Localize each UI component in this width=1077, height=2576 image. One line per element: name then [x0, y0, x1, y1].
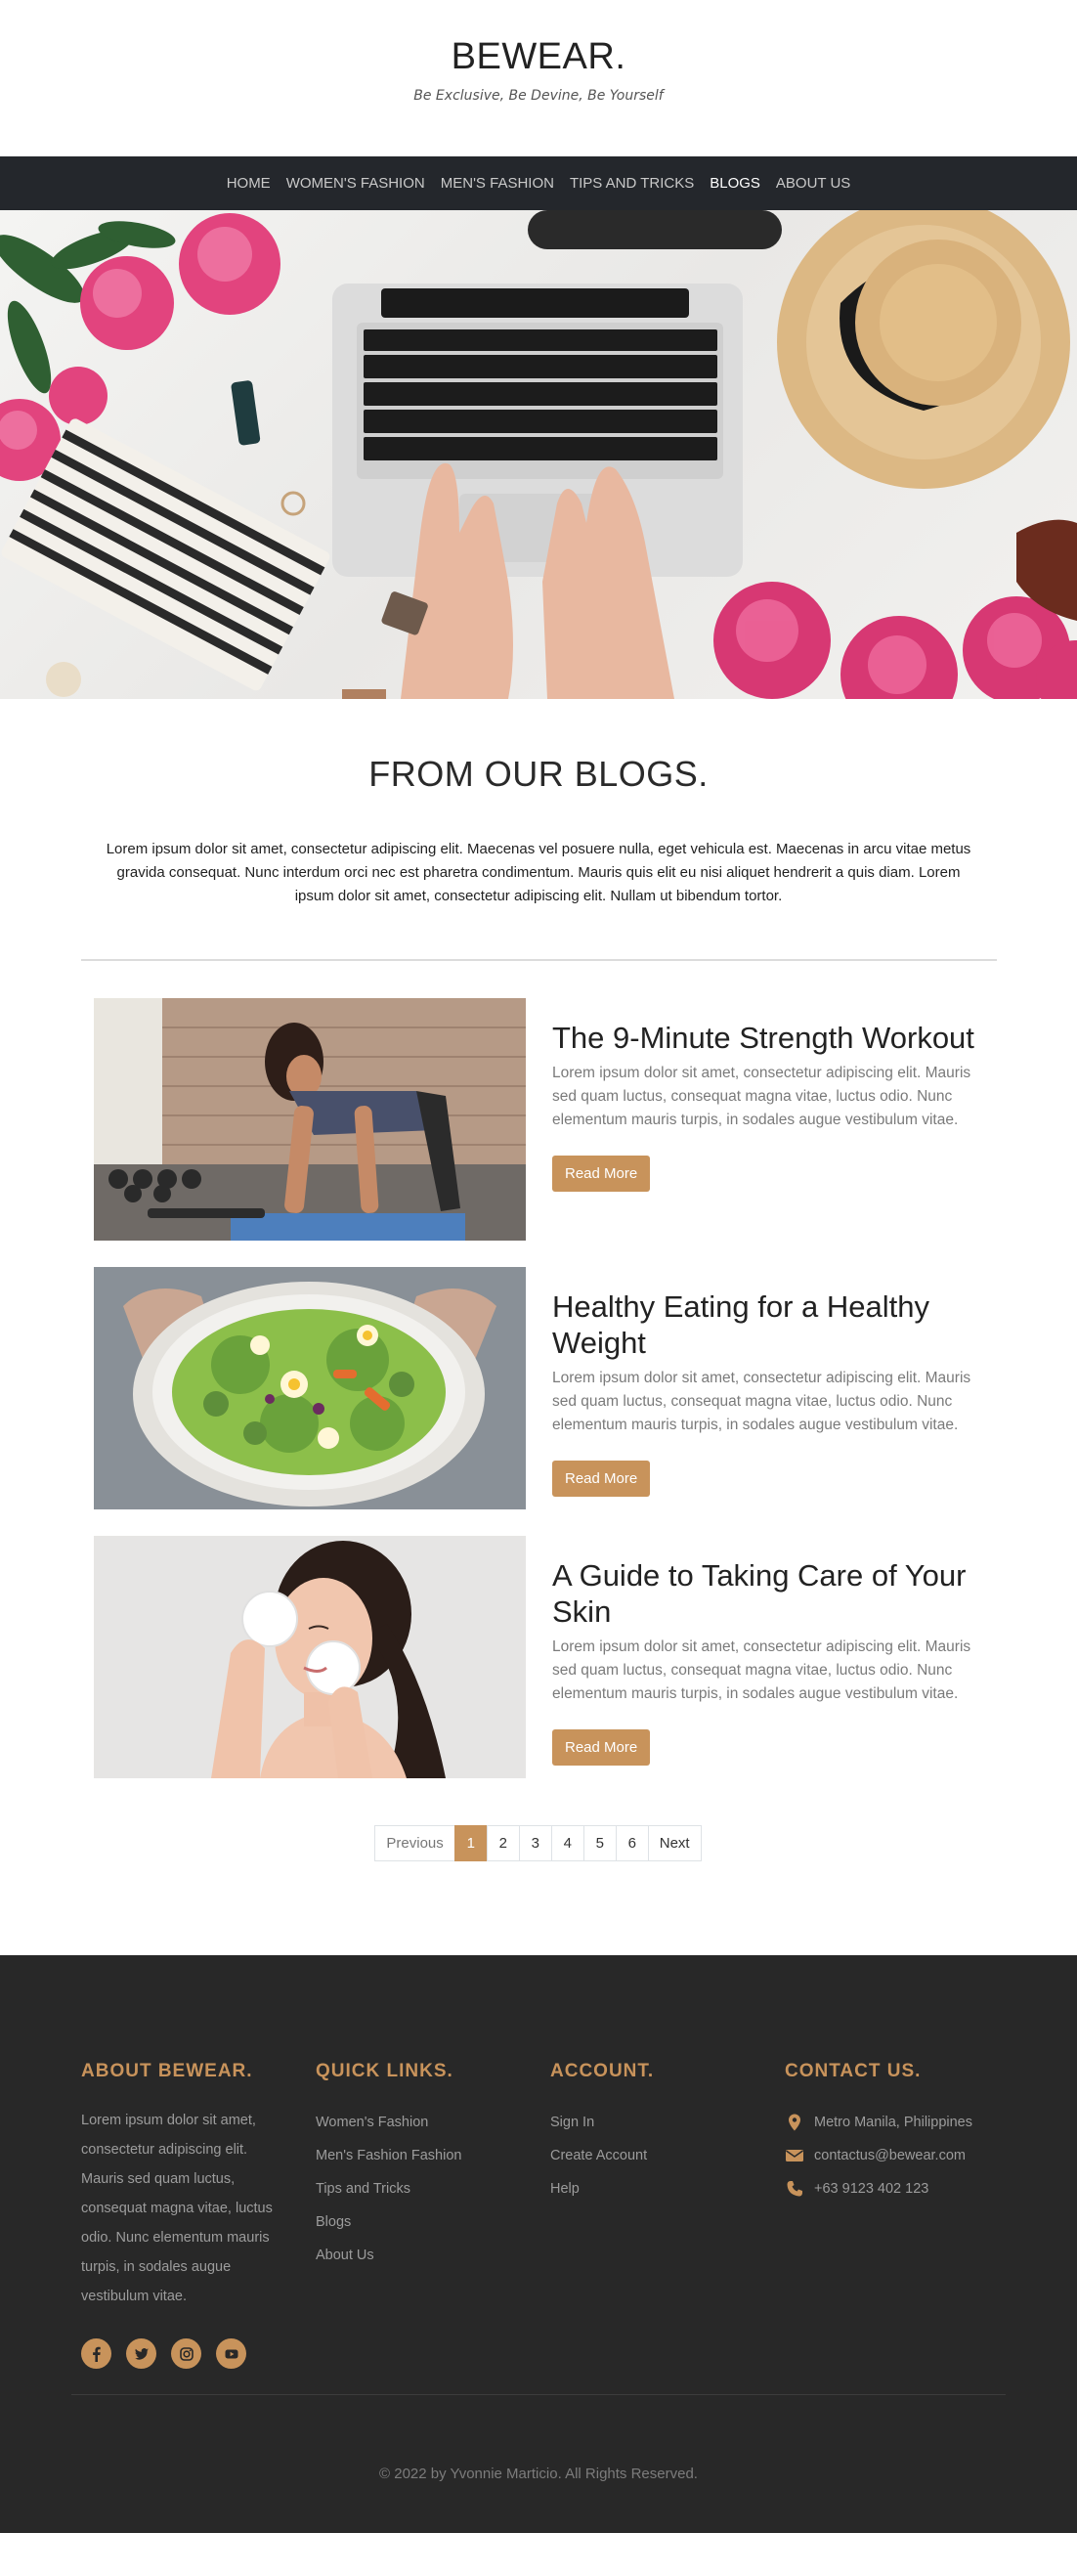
- hero-image: [0, 210, 1077, 699]
- pagination-page-3[interactable]: 3: [518, 1825, 552, 1861]
- read-more-button[interactable]: Read More: [552, 1461, 651, 1497]
- footer-about: ABOUT BEWEAR. Lorem ipsum dolor sit amet…: [81, 2061, 316, 2369]
- footer-about-text: Lorem ipsum dolor sit amet, consectetur …: [81, 2113, 273, 2304]
- footer-contact: CONTACT US. Metro Manila, Philippines co…: [785, 2061, 1019, 2369]
- footer-quick-links: QUICK LINKS. Women's Fashion Men's Fashi…: [316, 2061, 550, 2369]
- footer-link-about-us[interactable]: About Us: [316, 2239, 550, 2272]
- footer-link-womens-fashion[interactable]: Women's Fashion: [316, 2106, 550, 2139]
- nav-tips-and-tricks[interactable]: TIPS AND TRICKS: [570, 175, 694, 192]
- main-navbar: HOME WOMEN'S FASHION MEN'S FASHION TIPS …: [0, 156, 1077, 210]
- blog-post: Healthy Eating for a Healthy Weight Lore…: [94, 1267, 1077, 1509]
- post-image-salad[interactable]: [94, 1267, 526, 1509]
- post-image-workout[interactable]: [94, 998, 526, 1241]
- site-footer: ABOUT BEWEAR. Lorem ipsum dolor sit amet…: [0, 1955, 1077, 2533]
- blog-post-list: The 9-Minute Strength Workout Lorem ipsu…: [0, 998, 1077, 1778]
- post-body: The 9-Minute Strength Workout Lorem ipsu…: [552, 998, 992, 1241]
- twitter-icon[interactable]: [126, 2338, 156, 2369]
- footer-account: ACCOUNT. Sign In Create Account Help: [550, 2061, 785, 2369]
- post-title[interactable]: Healthy Eating for a Healthy Weight: [552, 1288, 992, 1361]
- contact-location-text: Metro Manila, Philippines: [814, 2115, 972, 2130]
- pagination-page-6[interactable]: 6: [615, 1825, 649, 1861]
- pagination: Previous 1 2 3 4 5 6 Next: [0, 1825, 1077, 1861]
- pagination-page-4[interactable]: 4: [550, 1825, 584, 1861]
- pagination-page-1[interactable]: 1: [453, 1825, 488, 1861]
- footer-about-heading: ABOUT BEWEAR.: [81, 2061, 253, 2081]
- section-divider: [80, 959, 997, 961]
- contact-email-text[interactable]: contactus@bewear.com: [814, 2148, 966, 2163]
- footer-account-heading: ACCOUNT.: [550, 2061, 655, 2081]
- nav-womens-fashion[interactable]: WOMEN'S FASHION: [286, 175, 425, 192]
- pagination-page-5[interactable]: 5: [582, 1825, 617, 1861]
- blogs-section: FROM OUR BLOGS. Lorem ipsum dolor sit am…: [0, 699, 1077, 1861]
- section-intro: Lorem ipsum dolor sit amet, consectetur …: [106, 841, 971, 904]
- footer-divider: [71, 2394, 1006, 2395]
- pagination-next[interactable]: Next: [647, 1825, 702, 1861]
- read-more-button[interactable]: Read More: [552, 1729, 651, 1766]
- phone-icon: [787, 2181, 802, 2197]
- social-links: [81, 2338, 316, 2369]
- facebook-icon[interactable]: [81, 2338, 111, 2369]
- pagination-page-2[interactable]: 2: [486, 1825, 520, 1861]
- post-title[interactable]: A Guide to Taking Care of Your Skin: [552, 1557, 992, 1630]
- post-excerpt: Lorem ipsum dolor sit amet, consectetur …: [552, 1065, 971, 1128]
- site-header: BEWEAR. Be Exclusive, Be Devine, Be Your…: [0, 0, 1077, 156]
- footer-link-blogs[interactable]: Blogs: [316, 2205, 550, 2239]
- footer-link-help[interactable]: Help: [550, 2172, 785, 2205]
- instagram-icon[interactable]: [171, 2338, 201, 2369]
- footer-link-mens-fashion[interactable]: Men's Fashion Fashion: [316, 2139, 550, 2172]
- youtube-icon[interactable]: [216, 2338, 246, 2369]
- nav-home[interactable]: HOME: [227, 175, 271, 192]
- contact-phone: +63 9123 402 123: [785, 2172, 1019, 2205]
- envelope-icon: [786, 2150, 803, 2161]
- footer-contact-heading: CONTACT US.: [785, 2061, 922, 2081]
- post-body: A Guide to Taking Care of Your Skin Lore…: [552, 1536, 992, 1778]
- map-pin-icon: [789, 2114, 800, 2131]
- post-body: Healthy Eating for a Healthy Weight Lore…: [552, 1267, 992, 1509]
- footer-link-create-account[interactable]: Create Account: [550, 2139, 785, 2172]
- footer-link-tips-and-tricks[interactable]: Tips and Tricks: [316, 2172, 550, 2205]
- brand-logo[interactable]: BEWEAR.: [0, 33, 1077, 80]
- footer-link-sign-in[interactable]: Sign In: [550, 2106, 785, 2139]
- section-title: FROM OUR BLOGS.: [368, 754, 709, 794]
- blog-post: A Guide to Taking Care of Your Skin Lore…: [94, 1536, 1077, 1778]
- read-more-button[interactable]: Read More: [552, 1156, 651, 1192]
- post-excerpt: Lorem ipsum dolor sit amet, consectetur …: [552, 1370, 971, 1433]
- contact-location: Metro Manila, Philippines: [785, 2106, 1019, 2139]
- blog-post: The 9-Minute Strength Workout Lorem ipsu…: [94, 998, 1077, 1241]
- tagline: Be Exclusive, Be Devine, Be Yourself: [413, 88, 664, 104]
- footer-quick-links-heading: QUICK LINKS.: [316, 2061, 453, 2081]
- post-excerpt: Lorem ipsum dolor sit amet, consectetur …: [552, 1638, 971, 1702]
- nav-blogs[interactable]: BLOGS: [710, 175, 760, 192]
- nav-mens-fashion[interactable]: MEN'S FASHION: [441, 175, 554, 192]
- contact-email: contactus@bewear.com: [785, 2139, 1019, 2172]
- copyright: © 2022 by Yvonnie Marticio. All Rights R…: [379, 2466, 698, 2482]
- post-title[interactable]: The 9-Minute Strength Workout: [552, 1020, 992, 1056]
- contact-phone-text[interactable]: +63 9123 402 123: [814, 2181, 928, 2197]
- nav-about-us[interactable]: ABOUT US: [776, 175, 850, 192]
- pagination-previous[interactable]: Previous: [374, 1825, 455, 1861]
- post-image-skincare[interactable]: [94, 1536, 526, 1778]
